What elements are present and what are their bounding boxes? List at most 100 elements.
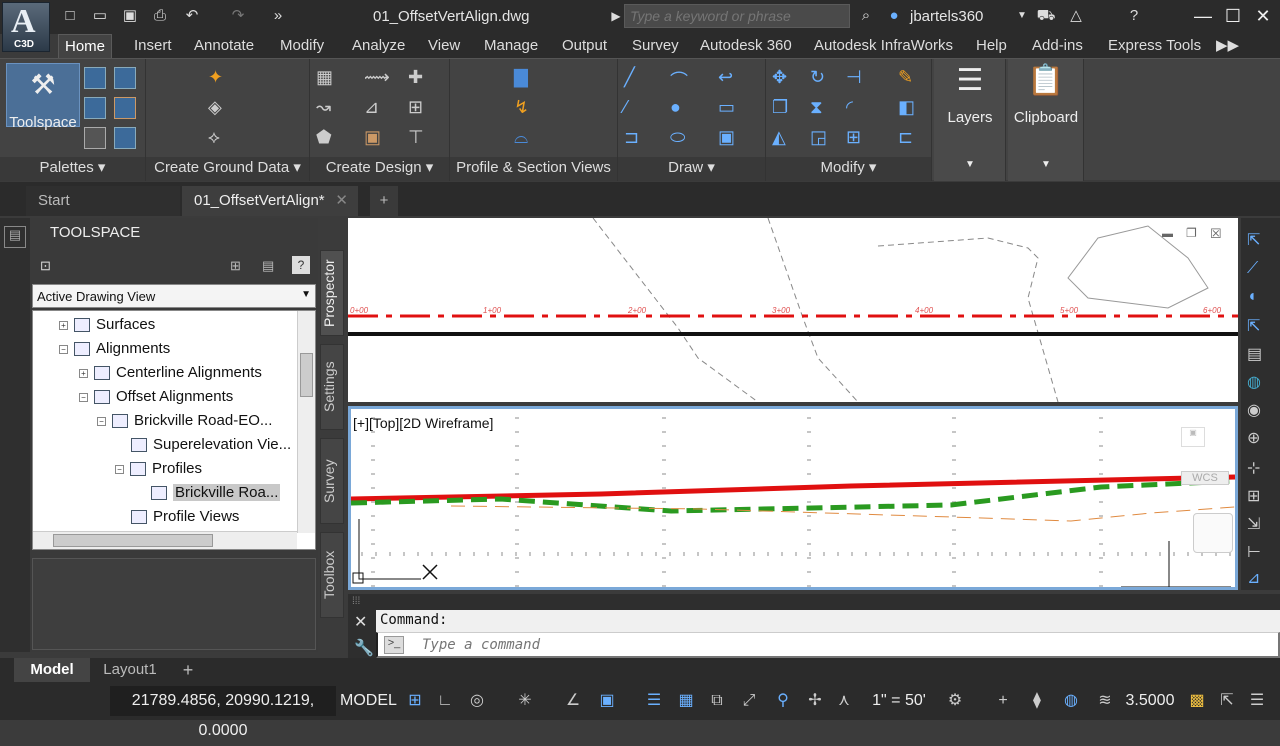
- open-icon[interactable]: ▭: [90, 6, 110, 26]
- tree-item-superelevation-views[interactable]: Superelevation Vie...: [131, 433, 291, 457]
- orbit-icon[interactable]: ⇱: [1247, 316, 1260, 336]
- tab-home[interactable]: Home: [58, 34, 113, 58]
- spline-icon[interactable]: ⊐: [624, 127, 646, 149]
- profile-section-views-panel-title[interactable]: Profile & Section Views: [450, 157, 617, 181]
- tab-analyze[interactable]: Analyze: [346, 34, 411, 58]
- user-name[interactable]: jbartels360: [910, 8, 983, 25]
- command-prompt-icon[interactable]: >_: [384, 636, 404, 654]
- view-selector[interactable]: Active Drawing View ▼: [32, 284, 316, 308]
- toolspace-button[interactable]: ⚒ Toolspace: [6, 63, 80, 131]
- tree-item-surfaces[interactable]: + Surfaces: [59, 313, 155, 337]
- show-lineweight-icon[interactable]: ☰: [640, 688, 668, 714]
- item-view-icon[interactable]: ▤: [262, 258, 280, 274]
- circle-icon[interactable]: ●: [670, 97, 692, 119]
- tab-settings[interactable]: Settings: [320, 344, 344, 430]
- grid-icon[interactable]: ⊞: [1247, 486, 1260, 506]
- 3d-icon[interactable]: ◧: [898, 97, 920, 119]
- wcs-menu[interactable]: WCS: [1181, 471, 1229, 485]
- clean-screen-icon[interactable]: ⇱: [1214, 688, 1240, 714]
- hscrollbar-thumb[interactable]: [53, 534, 213, 547]
- user-dropdown-icon[interactable]: ▼: [1012, 6, 1032, 26]
- tab-prospector[interactable]: Prospector: [320, 250, 344, 336]
- create-design-panel-title[interactable]: Create Design ▾: [310, 157, 449, 181]
- rotate-icon[interactable]: ↻: [810, 67, 832, 89]
- tree-item-centerline-alignments[interactable]: + Centerline Alignments: [79, 361, 262, 385]
- lineweight-icon[interactable]: ⇲: [1247, 514, 1260, 534]
- survey-icon[interactable]: [84, 97, 106, 119]
- tab-annotate[interactable]: Annotate: [188, 34, 260, 58]
- array-icon[interactable]: ⊞: [846, 127, 868, 149]
- intersection-icon[interactable]: ⬟: [316, 127, 338, 149]
- close-tab-icon[interactable]: ✕: [335, 186, 348, 216]
- tree-vertical-scrollbar[interactable]: [297, 311, 315, 533]
- tree-horizontal-scrollbar[interactable]: [33, 531, 297, 549]
- user-icon[interactable]: ●: [884, 6, 904, 26]
- tree-item-profiles[interactable]: − Profiles: [115, 457, 202, 481]
- palette-menu-icon[interactable]: ▤: [4, 226, 26, 248]
- customize-icon[interactable]: 🔧: [354, 638, 374, 658]
- modify-panel-title[interactable]: Modify ▾: [766, 157, 931, 181]
- close-button[interactable]: ✕: [1250, 4, 1276, 28]
- alignment-icon[interactable]: ↝: [316, 97, 338, 119]
- tab-layout1[interactable]: Layout1: [92, 658, 168, 682]
- scrollbar-thumb[interactable]: [300, 353, 313, 397]
- tree-icon[interactable]: ⊞: [230, 258, 248, 274]
- tab-manage[interactable]: Manage: [478, 34, 544, 58]
- corridor-icon[interactable]: ⊞: [408, 97, 430, 119]
- navigation-bar[interactable]: [1193, 513, 1233, 553]
- profile-icon[interactable]: ⊿: [364, 97, 386, 119]
- scale-icon[interactable]: ◲: [810, 127, 832, 149]
- customization-menu-icon[interactable]: ☰: [1244, 688, 1270, 714]
- tab-start[interactable]: Start: [26, 186, 180, 216]
- surfaces-icon[interactable]: ◈: [208, 97, 230, 119]
- select-icon[interactable]: ⇱: [1247, 230, 1260, 250]
- section-views-icon[interactable]: ⌓: [514, 127, 536, 149]
- annotation-scale-select[interactable]: 1" = 50': [862, 688, 936, 714]
- viewport-maximize-icon[interactable]: ❐: [1186, 226, 1202, 242]
- hatch-icon[interactable]: ▣: [718, 127, 740, 149]
- help-icon[interactable]: ?: [292, 256, 310, 274]
- assembly-icon[interactable]: ▣: [364, 127, 386, 149]
- tab-help[interactable]: Help: [970, 34, 1013, 58]
- profile-viewport[interactable]: 0+00 1+00 2+00 3+00 4+00 5+00 6+00 ▬ ❐ ☒: [348, 218, 1238, 402]
- redo-icon[interactable]: ↷: [228, 6, 248, 26]
- viewport-minimize-icon[interactable]: ▬: [1162, 228, 1178, 242]
- hardware-acceleration-icon[interactable]: ◍: [1056, 688, 1086, 714]
- line-icon[interactable]: ╱: [624, 67, 646, 89]
- polyline-icon[interactable]: ↩: [718, 67, 740, 89]
- tab-model[interactable]: Model: [14, 658, 90, 682]
- command-grip-icon[interactable]: ⁞⁞⁞: [352, 596, 374, 610]
- binoculars-icon[interactable]: ⌕: [856, 6, 876, 26]
- zoom-icon[interactable]: ◖: [1247, 288, 1257, 306]
- grading-icon[interactable]: ✚: [408, 67, 430, 89]
- mirror-icon[interactable]: ⧗: [810, 97, 832, 119]
- offset-icon[interactable]: ⊏: [898, 127, 920, 149]
- ortho-icon[interactable]: ∟: [432, 688, 458, 714]
- sample-lines-icon[interactable]: ↯: [514, 97, 536, 119]
- toolspace-options-icon[interactable]: ⊡: [40, 258, 58, 274]
- ucs-icon[interactable]: ⊿: [1247, 568, 1260, 588]
- snap-icon[interactable]: ⊕: [1247, 428, 1260, 448]
- showmotion-icon[interactable]: ▤: [1247, 344, 1262, 364]
- profile-view-icon[interactable]: ▇: [514, 67, 536, 89]
- clipboard-dropdown-icon[interactable]: ▼: [1008, 159, 1084, 170]
- lineweight-toggle-icon[interactable]: ∠: [560, 688, 586, 714]
- add-layout-icon[interactable]: +: [176, 658, 200, 682]
- tree-item-brickville-profile[interactable]: Brickville Roa...: [151, 481, 281, 505]
- tab-autodesk-360[interactable]: Autodesk 360: [694, 34, 798, 58]
- search-expand-icon[interactable]: ▶: [606, 6, 626, 26]
- command-input[interactable]: [376, 632, 1280, 658]
- tab-active-drawing[interactable]: 01_OffsetVertAlign* ✕: [182, 186, 358, 216]
- tab-toolbox[interactable]: Toolbox: [320, 532, 344, 618]
- copy-icon[interactable]: ❐: [772, 97, 794, 119]
- polar-icon[interactable]: ◎: [462, 688, 492, 714]
- add-icon[interactable]: +: [990, 688, 1016, 714]
- elevation-value[interactable]: 3.5000: [1120, 688, 1180, 714]
- fillet-icon[interactable]: ◜: [846, 97, 868, 119]
- data-shortcuts-icon[interactable]: [114, 67, 136, 89]
- viewcube-icon[interactable]: ▣: [1181, 427, 1205, 447]
- parcel-icon[interactable]: ▦: [316, 67, 338, 89]
- viewport-label[interactable]: [+][Top][2D Wireframe]: [353, 415, 493, 431]
- transparency-icon[interactable]: ▦: [672, 688, 700, 714]
- tab-insert[interactable]: Insert: [128, 34, 178, 58]
